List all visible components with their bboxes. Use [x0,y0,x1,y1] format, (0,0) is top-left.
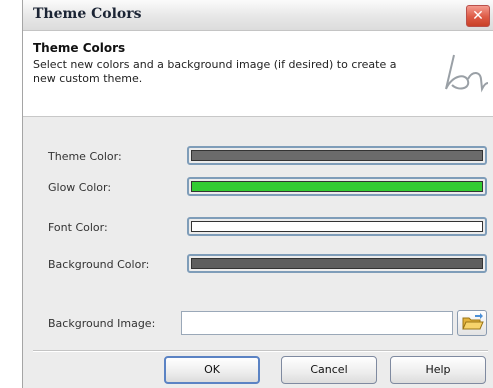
browse-image-button[interactable] [457,310,487,336]
background-color-fill [191,258,483,269]
header-title: Theme Colors [33,41,126,55]
glow-color-fill [191,181,483,192]
theme-color-label: Theme Color: [48,150,122,163]
theme-colors-dialog: Theme Colors ✕ Theme Colors Select new c… [22,0,493,388]
font-color-label: Font Color: [48,221,108,234]
cancel-button[interactable]: Cancel [281,356,377,384]
header-description: Select new colors and a background image… [33,58,397,85]
background-image-input[interactable] [181,311,453,335]
folder-open-icon [462,313,484,330]
window-title: Theme Colors [33,6,142,22]
ok-button[interactable]: OK [164,356,260,384]
font-color-swatch[interactable] [187,217,487,236]
dialog-header: Theme Colors Select new colors and a bac… [23,31,493,117]
close-icon: ✕ [472,8,484,24]
background-color-label: Background Color: [48,258,150,271]
background-image-label: Background Image: [48,317,156,330]
footer-separator [33,350,488,352]
bn-logo-icon [445,54,489,93]
close-button[interactable]: ✕ [466,5,490,27]
glow-color-swatch[interactable] [187,177,487,196]
theme-color-fill [191,150,483,161]
theme-color-swatch[interactable] [187,146,487,165]
font-color-fill [191,221,483,232]
glow-color-label: Glow Color: [48,181,112,194]
help-button[interactable]: Help [390,356,486,384]
title-bar[interactable]: Theme Colors ✕ [23,0,493,31]
background-color-swatch[interactable] [187,254,487,273]
